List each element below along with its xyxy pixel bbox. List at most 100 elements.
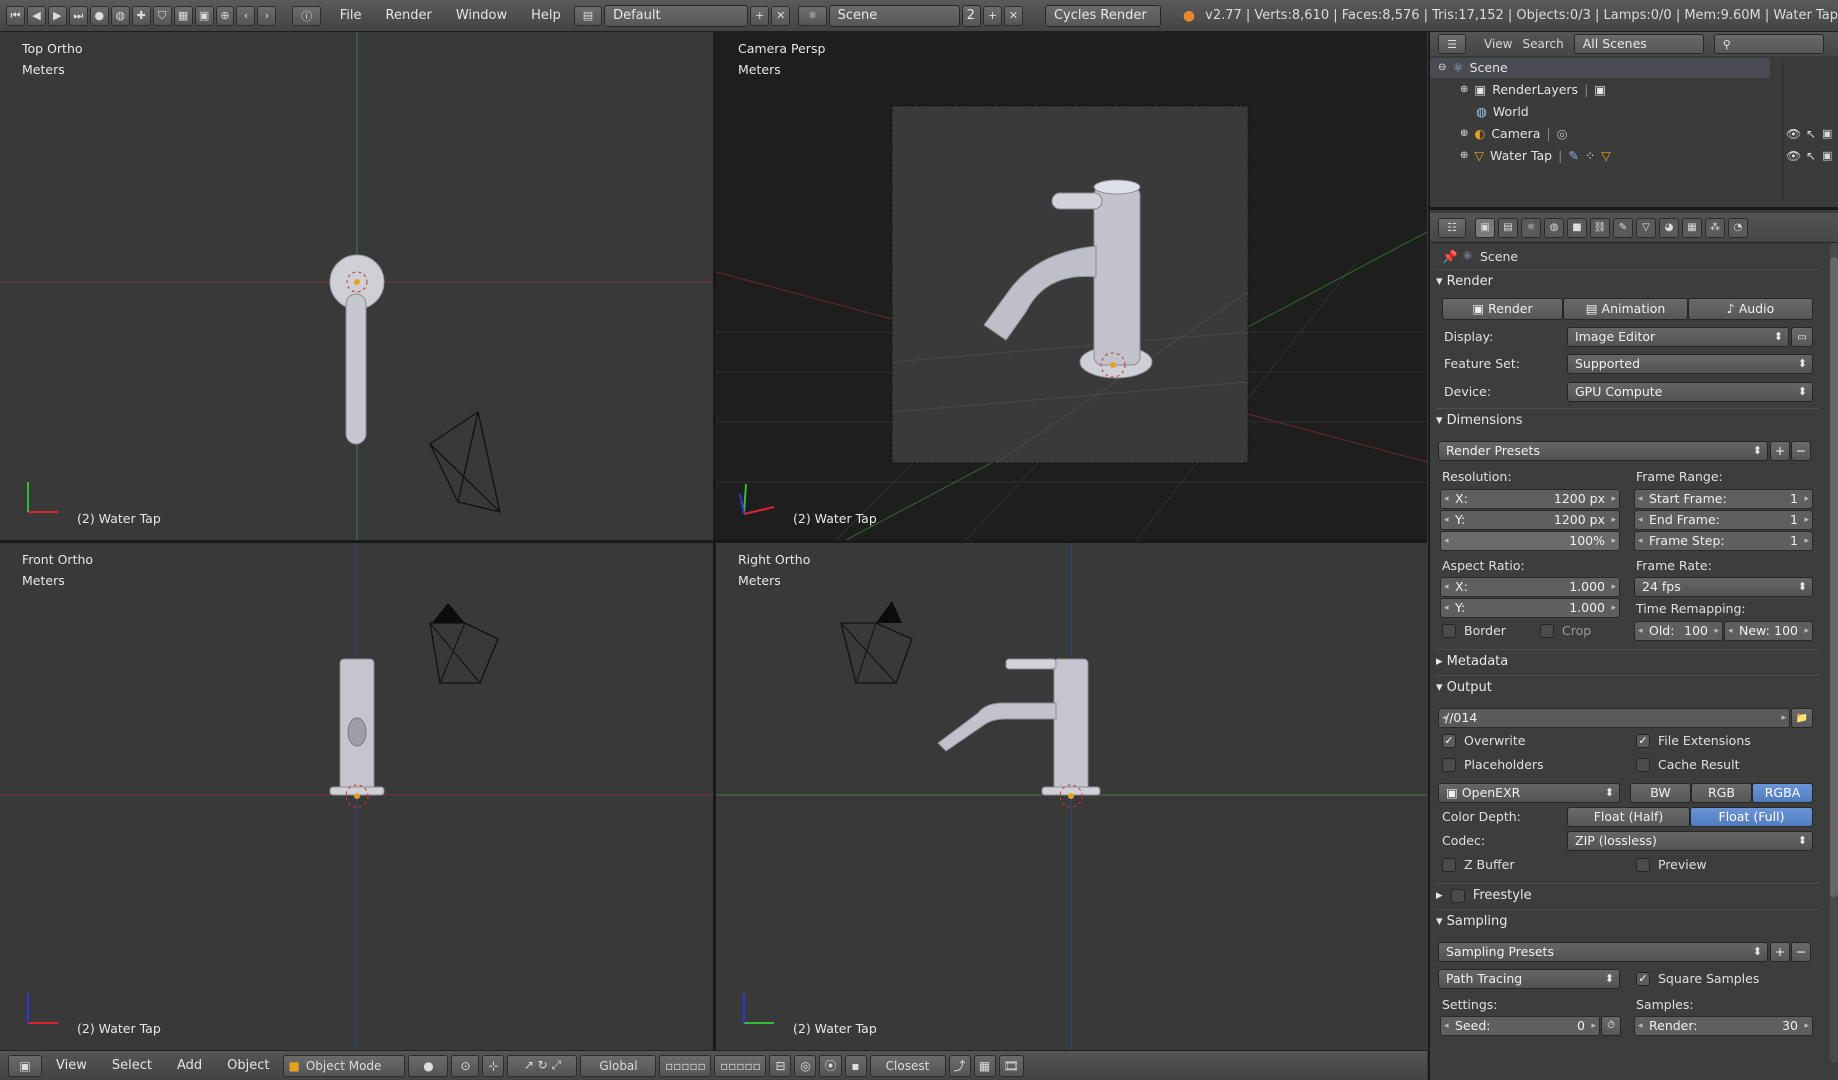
menu-select[interactable]: Select	[101, 1055, 163, 1077]
render-camera-icon[interactable]: ▣	[1822, 127, 1832, 140]
tab-physics-icon[interactable]: ◔	[1728, 217, 1748, 238]
scene-icon[interactable]: ⚛	[798, 5, 827, 26]
info-editor-icon[interactable]: ⓘ	[292, 5, 321, 26]
orientation-select[interactable]: Global	[580, 1054, 657, 1077]
viewport-camera-persp[interactable]: Camera Persp Meters (2) Water Tap	[716, 32, 1427, 540]
outliner-item-renderlayers[interactable]: ⊕ ▣ RenderLayers | ▣	[1460, 79, 1606, 100]
scene-field[interactable]: Scene	[828, 4, 960, 27]
properties-editor-icon[interactable]: ☷	[1438, 217, 1466, 238]
tab-modifiers-icon[interactable]: ✎	[1613, 217, 1633, 238]
outliner-item-water-tap[interactable]: ⊕ ▽ Water Tap | ✎ ⁘ ▽	[1460, 145, 1611, 166]
start-frame-field[interactable]: Start Frame: 1	[1634, 489, 1813, 509]
frame-rate-select[interactable]: 24 fps	[1634, 577, 1813, 597]
menu-view[interactable]: View	[45, 1055, 98, 1077]
jump-end-icon[interactable]: ⏭	[68, 5, 88, 26]
back-icon[interactable]: ‹	[236, 5, 256, 26]
image-icon[interactable]: ▣	[194, 5, 214, 26]
jump-start-icon[interactable]: ⏮	[6, 5, 25, 26]
device-select[interactable]: GPU Compute	[1567, 382, 1813, 402]
tab-texture-icon[interactable]: ▦	[1682, 217, 1702, 238]
preview-checkbox[interactable]: Preview	[1636, 857, 1707, 872]
z-buffer-checkbox[interactable]: Z Buffer	[1442, 857, 1514, 872]
menu-render[interactable]: Render	[375, 5, 443, 27]
codec-select[interactable]: ZIP (lossless)	[1567, 831, 1813, 851]
water-tap-handle[interactable]	[1051, 192, 1103, 210]
render-icon[interactable]: ●	[89, 5, 109, 26]
editor-type-icon[interactable]: ▣	[8, 1054, 42, 1077]
prev-keyframe-icon[interactable]: ◀	[26, 5, 46, 26]
end-frame-field[interactable]: End Frame: 1	[1634, 510, 1813, 530]
output-path-input[interactable]: //014	[1438, 708, 1790, 728]
world-icon[interactable]: ◍	[110, 5, 130, 26]
render-engine-select[interactable]: Cycles Render	[1044, 4, 1161, 27]
add-layout-icon[interactable]: +	[750, 5, 770, 26]
properties-scrollbar-thumb[interactable]	[1830, 257, 1838, 897]
viewport-top-ortho[interactable]: Top Ortho Meters (2) Water Tap	[0, 32, 713, 540]
shading-select[interactable]: ●	[408, 1054, 449, 1077]
select-arrow-icon[interactable]: ↖	[1806, 127, 1816, 141]
tab-renderlayers-icon[interactable]: ▤	[1498, 217, 1518, 238]
seed-field[interactable]: Seed: 0	[1440, 1016, 1600, 1036]
color-mode-bw[interactable]: BW	[1630, 783, 1691, 803]
display-select[interactable]: Image Editor	[1567, 327, 1789, 347]
feature-set-select[interactable]: Supported	[1567, 354, 1813, 374]
square-samples-checkbox[interactable]: ✓ Square Samples	[1636, 971, 1759, 986]
expand-icon[interactable]: ⊕	[1460, 145, 1468, 166]
camera-object[interactable]	[840, 622, 913, 684]
expand-icon[interactable]: ⊕	[1460, 79, 1468, 100]
menu-window[interactable]: Window	[445, 5, 518, 27]
viewport-front-ortho[interactable]: Front Ortho Meters (2) Water Tap	[0, 543, 713, 1050]
forward-icon[interactable]: ›	[257, 5, 277, 26]
aspect-y-field[interactable]: Y: 1.000	[1440, 598, 1620, 618]
depth-float-full[interactable]: Float (Full)	[1690, 807, 1813, 827]
layers-grid-b[interactable]: ▫▫▫▫▫	[714, 1054, 767, 1077]
aspect-x-field[interactable]: X: 1.000	[1440, 577, 1620, 597]
outliner-editor-icon[interactable]: ☰	[1438, 34, 1466, 54]
outliner-menu-search[interactable]: Search	[1522, 37, 1563, 51]
pivot-icon[interactable]: ⊙	[451, 1054, 480, 1077]
audio-button[interactable]: ♪ Audio	[1688, 298, 1813, 320]
camera-object[interactable]	[429, 622, 499, 684]
tab-object-icon[interactable]: ■	[1567, 217, 1587, 238]
tab-particles-icon[interactable]: ⁂	[1705, 217, 1725, 238]
menu-add[interactable]: Add	[166, 1055, 213, 1077]
tab-world-icon[interactable]: ◍	[1544, 217, 1564, 238]
remove-scene-icon[interactable]: ✕	[1004, 5, 1023, 26]
transform-manipulators[interactable]: ↗ ↻ ⤢	[507, 1054, 578, 1077]
shield-icon[interactable]: ⛉	[152, 5, 172, 26]
snap-element-icon[interactable]: ▪	[844, 1054, 867, 1077]
remap-new-field[interactable]: New: 100	[1724, 621, 1813, 641]
water-tap-body[interactable]	[1093, 186, 1141, 366]
integrator-select[interactable]: Path Tracing	[1438, 969, 1620, 989]
resolution-y-field[interactable]: Y: 1200 px	[1440, 510, 1620, 530]
render-anim-icon[interactable]: 🎞	[998, 1054, 1024, 1077]
render-still-icon[interactable]: ▦	[973, 1054, 996, 1077]
frame-step-field[interactable]: Frame Step: 1	[1634, 531, 1813, 551]
color-mode-rgb[interactable]: RGB	[1691, 783, 1752, 803]
tab-constraints-icon[interactable]: ⛓	[1590, 217, 1610, 238]
outliner-menu-view[interactable]: View	[1484, 37, 1512, 51]
snap-target-select[interactable]: Closest	[869, 1054, 946, 1077]
display-window-icon[interactable]: ▭	[1791, 327, 1813, 347]
add-preset-icon[interactable]: +	[1770, 441, 1790, 461]
screen-layout-icon[interactable]: ▤	[573, 5, 603, 26]
tab-scene-icon[interactable]: ⚛	[1521, 217, 1541, 238]
crop-checkbox[interactable]: Crop	[1540, 623, 1591, 638]
tab-render-icon[interactable]: ▣	[1475, 217, 1495, 238]
file-extensions-checkbox[interactable]: ✓ File Extensions	[1636, 733, 1751, 748]
animation-button[interactable]: ▤ Animation	[1563, 298, 1688, 320]
water-tap-spout[interactable]	[937, 702, 1057, 752]
add-sampling-preset-icon[interactable]: +	[1770, 942, 1790, 962]
outliner-filter-select[interactable]: All Scenes	[1573, 34, 1704, 54]
proportional-icon[interactable]: ◎	[794, 1054, 817, 1077]
water-tap-body[interactable]	[1053, 658, 1089, 792]
layout-field[interactable]: Default	[604, 4, 749, 27]
visibility-eye-icon[interactable]: 👁	[1786, 149, 1801, 163]
render-samples-field[interactable]: Render: 30	[1634, 1016, 1813, 1036]
placeholders-checkbox[interactable]: Placeholders	[1442, 757, 1544, 772]
menu-help[interactable]: Help	[520, 5, 572, 27]
checker-icon[interactable]: ▦	[173, 5, 193, 26]
render-button[interactable]: ▣ Render	[1442, 298, 1563, 320]
outliner-item-world[interactable]: ◍ World	[1476, 101, 1529, 122]
tab-data-icon[interactable]: ▽	[1636, 217, 1656, 238]
